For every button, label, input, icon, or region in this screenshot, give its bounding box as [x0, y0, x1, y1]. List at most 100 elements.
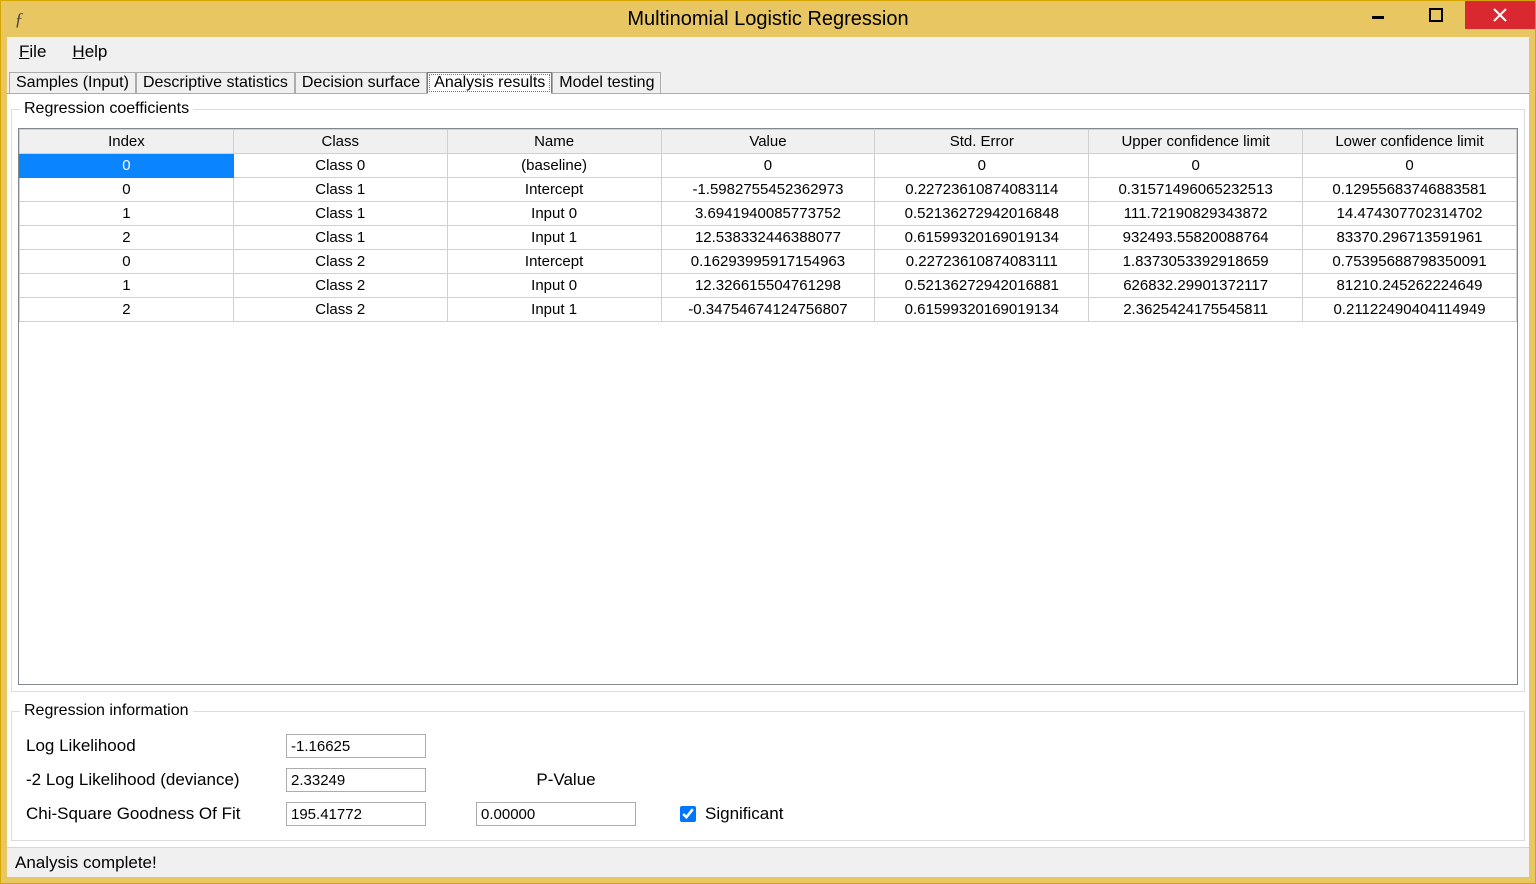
col-index[interactable]: Index: [20, 130, 234, 154]
table-row[interactable]: 1Class 1Input 03.69419400857737520.52136…: [20, 202, 1517, 226]
cell-class[interactable]: Class 2: [233, 250, 447, 274]
tab-descriptive-statistics[interactable]: Descriptive statistics: [136, 72, 295, 94]
cell-name[interactable]: Intercept: [447, 250, 661, 274]
cell-class[interactable]: Class 2: [233, 298, 447, 322]
cell-index[interactable]: 0: [20, 250, 234, 274]
regression-information-legend: Regression information: [20, 702, 193, 720]
close-button[interactable]: [1465, 1, 1535, 29]
window-body: File Help Samples (Input) Descriptive st…: [1, 37, 1535, 883]
cell-stderr[interactable]: 0.61599320169019134: [875, 298, 1089, 322]
cell-lower[interactable]: 14.474307702314702: [1303, 202, 1517, 226]
cell-value[interactable]: 12.326615504761298: [661, 274, 875, 298]
col-upper[interactable]: Upper confidence limit: [1089, 130, 1303, 154]
table-row[interactable]: 0Class 1Intercept-1.59827554523629730.22…: [20, 178, 1517, 202]
cell-lower[interactable]: 0.12955683746883581: [1303, 178, 1517, 202]
log-likelihood-field[interactable]: [286, 734, 426, 758]
col-stderr[interactable]: Std. Error: [875, 130, 1089, 154]
table-header-row: Index Class Name Value Std. Error Upper …: [20, 130, 1517, 154]
table-row[interactable]: 0Class 2Intercept0.162939959171549630.22…: [20, 250, 1517, 274]
menu-bar: File Help: [7, 37, 1529, 67]
cell-value[interactable]: -0.34754674124756807: [661, 298, 875, 322]
window-title: Multinomial Logistic Regression: [1, 8, 1535, 31]
cell-index[interactable]: 0: [20, 178, 234, 202]
cell-stderr[interactable]: 0.22723610874083111: [875, 250, 1089, 274]
cell-lower[interactable]: 0.21122490404114949: [1303, 298, 1517, 322]
neg2ll-label: -2 Log Likelihood (deviance): [26, 770, 286, 790]
cell-lower[interactable]: 0.75395688798350091: [1303, 250, 1517, 274]
col-name[interactable]: Name: [447, 130, 661, 154]
cell-name[interactable]: Input 0: [447, 274, 661, 298]
cell-value[interactable]: 0.16293995917154963: [661, 250, 875, 274]
cell-value[interactable]: 12.538332446388077: [661, 226, 875, 250]
cell-lower[interactable]: 81210.245262224649: [1303, 274, 1517, 298]
tab-strip: Samples (Input) Descriptive statistics D…: [7, 67, 1529, 93]
col-value[interactable]: Value: [661, 130, 875, 154]
cell-class[interactable]: Class 1: [233, 178, 447, 202]
col-class[interactable]: Class: [233, 130, 447, 154]
log-likelihood-label: Log Likelihood: [26, 736, 286, 756]
maximize-button[interactable]: [1407, 1, 1465, 29]
app-icon: ƒ: [9, 7, 29, 31]
table-row[interactable]: 2Class 2Input 1-0.347546741247568070.615…: [20, 298, 1517, 322]
chisq-label: Chi-Square Goodness Of Fit: [26, 804, 286, 824]
chisq-field[interactable]: [286, 802, 426, 826]
minimize-button[interactable]: [1349, 1, 1407, 29]
cell-index[interactable]: 2: [20, 298, 234, 322]
cell-index[interactable]: 1: [20, 202, 234, 226]
tab-analysis-results[interactable]: Analysis results: [427, 72, 552, 94]
title-bar[interactable]: ƒ Multinomial Logistic Regression: [1, 1, 1535, 37]
cell-class[interactable]: Class 2: [233, 274, 447, 298]
neg2ll-field[interactable]: [286, 768, 426, 792]
menu-file[interactable]: File: [15, 40, 50, 64]
p-value-field[interactable]: [476, 802, 636, 826]
table-row[interactable]: 1Class 2Input 012.3266155047612980.52136…: [20, 274, 1517, 298]
cell-index[interactable]: 1: [20, 274, 234, 298]
cell-class[interactable]: Class 1: [233, 202, 447, 226]
cell-value[interactable]: 3.6941940085773752: [661, 202, 875, 226]
cell-stderr[interactable]: 0.61599320169019134: [875, 226, 1089, 250]
tab-samples-input[interactable]: Samples (Input): [9, 72, 136, 94]
cell-name[interactable]: Input 1: [447, 226, 661, 250]
significant-checkbox-wrap: Significant: [676, 803, 1510, 825]
cell-upper[interactable]: 932493.55820088764: [1089, 226, 1303, 250]
cell-name[interactable]: Intercept: [447, 178, 661, 202]
coefficients-table: Index Class Name Value Std. Error Upper …: [19, 129, 1517, 322]
significant-checkbox[interactable]: [680, 806, 696, 822]
tab-content: Regression coefficients Index Class Name…: [7, 93, 1529, 847]
cell-stderr[interactable]: 0.52136272942016881: [875, 274, 1089, 298]
cell-value[interactable]: 0: [661, 154, 875, 178]
cell-index[interactable]: 2: [20, 226, 234, 250]
cell-stderr[interactable]: 0: [875, 154, 1089, 178]
cell-stderr[interactable]: 0.22723610874083114: [875, 178, 1089, 202]
table-row[interactable]: 0Class 0(baseline)0000: [20, 154, 1517, 178]
cell-name[interactable]: Input 1: [447, 298, 661, 322]
cell-upper[interactable]: 2.3625424175545811: [1089, 298, 1303, 322]
cell-upper[interactable]: 1.8373053392918659: [1089, 250, 1303, 274]
cell-class[interactable]: Class 1: [233, 226, 447, 250]
status-bar: Analysis complete!: [7, 847, 1529, 877]
table-row[interactable]: 2Class 1Input 112.5383324463880770.61599…: [20, 226, 1517, 250]
cell-upper[interactable]: 111.72190829343872: [1089, 202, 1303, 226]
coefficients-table-container[interactable]: Index Class Name Value Std. Error Upper …: [18, 128, 1518, 685]
significant-label: Significant: [705, 804, 783, 824]
regression-information-group: Regression information Log Likelihood -2…: [11, 702, 1525, 841]
cell-upper[interactable]: 626832.29901372117: [1089, 274, 1303, 298]
p-value-label: P-Value: [476, 770, 656, 790]
cell-class[interactable]: Class 0: [233, 154, 447, 178]
regression-info-grid: Log Likelihood -2 Log Likelihood (devian…: [16, 728, 1520, 834]
menu-help[interactable]: Help: [68, 40, 111, 64]
tab-decision-surface[interactable]: Decision surface: [295, 72, 427, 94]
cell-name[interactable]: Input 0: [447, 202, 661, 226]
app-window: ƒ Multinomial Logistic Regression File H…: [0, 0, 1536, 884]
regression-coefficients-legend: Regression coefficients: [20, 100, 193, 118]
cell-index[interactable]: 0: [20, 154, 234, 178]
cell-lower[interactable]: 83370.296713591961: [1303, 226, 1517, 250]
col-lower[interactable]: Lower confidence limit: [1303, 130, 1517, 154]
cell-value[interactable]: -1.5982755452362973: [661, 178, 875, 202]
cell-name[interactable]: (baseline): [447, 154, 661, 178]
tab-model-testing[interactable]: Model testing: [552, 72, 661, 94]
cell-stderr[interactable]: 0.52136272942016848: [875, 202, 1089, 226]
cell-upper[interactable]: 0: [1089, 154, 1303, 178]
cell-lower[interactable]: 0: [1303, 154, 1517, 178]
cell-upper[interactable]: 0.31571496065232513: [1089, 178, 1303, 202]
